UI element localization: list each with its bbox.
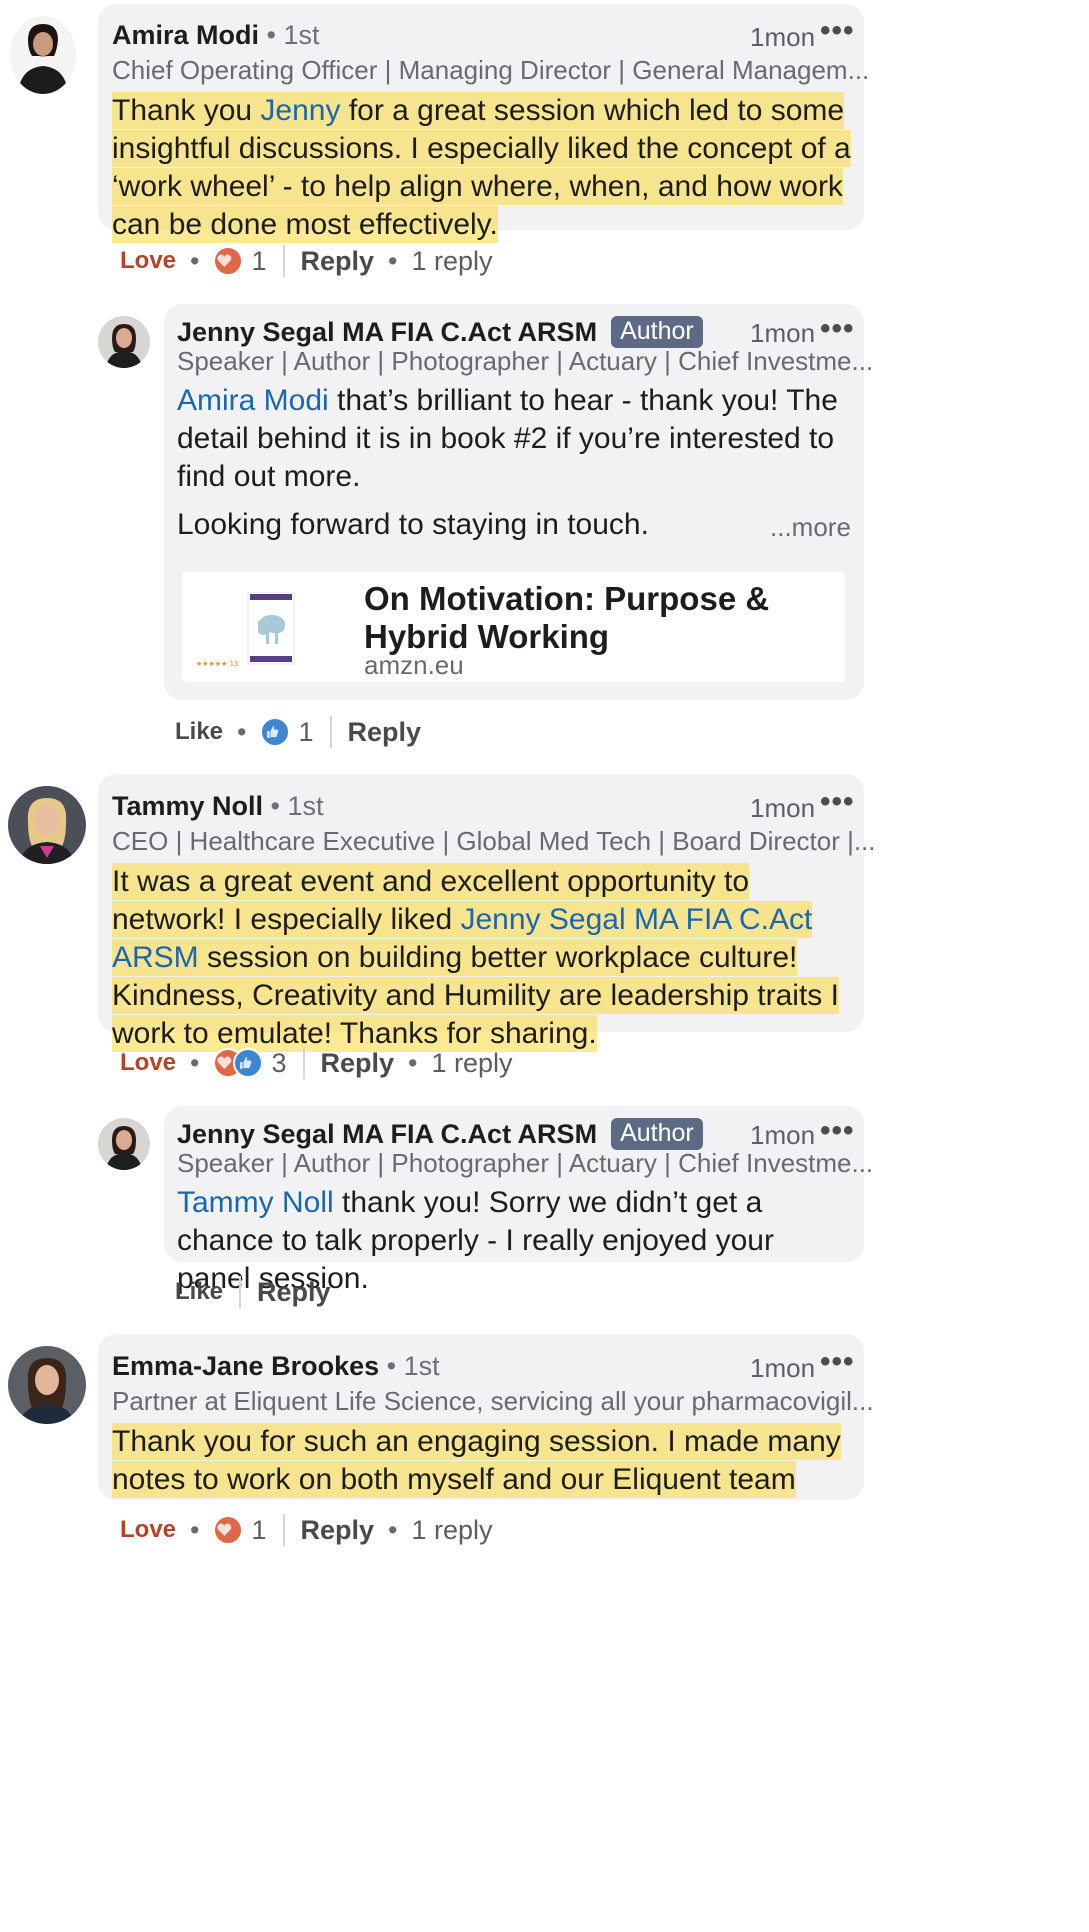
like-button[interactable]: Like — [175, 718, 223, 746]
reply-actions: Like • 1 Reply — [175, 716, 422, 748]
reply-button[interactable]: Reply — [321, 1048, 395, 1079]
comment-timestamp: 1mon — [750, 793, 816, 823]
reaction-summary[interactable]: 3 — [213, 1047, 287, 1079]
comment-actions: Love • 1 Reply • 1 reply — [120, 1514, 493, 1546]
author-headline: Chief Operating Officer | Managing Direc… — [112, 55, 870, 85]
thumbs-up-reaction-icon — [233, 1048, 264, 1078]
link-title[interactable]: On Motivation: Purpose & Hybrid Working — [364, 580, 784, 656]
like-button[interactable]: Like — [175, 1278, 223, 1306]
comment-text: Thank you Jenny for a great session whic… — [112, 92, 851, 243]
reply-author-line: Jenny Segal MA FIA C.Act ARSM Author — [177, 1118, 703, 1150]
reply-text: Amira Modi that’s brilliant to hear - th… — [177, 384, 838, 493]
comment-text: It was a great event and excellent oppor… — [112, 863, 839, 1052]
author-headline: CEO | Healthcare Executive | Global Med … — [112, 826, 876, 856]
author-badge: Author — [611, 316, 703, 348]
avatar-tammy-noll[interactable] — [8, 786, 86, 864]
mention-link[interactable]: Amira Modi — [177, 384, 329, 417]
author-name[interactable]: Tammy Noll — [112, 791, 263, 821]
more-options-icon[interactable]: ••• — [820, 1345, 855, 1379]
reaction-summary[interactable]: 1 — [260, 716, 314, 748]
heart-reaction-icon — [213, 1515, 244, 1545]
see-more-link[interactable]: ...more — [770, 512, 851, 543]
reply-timestamp: 1mon — [750, 1120, 816, 1150]
reaction-summary[interactable]: 1 — [213, 245, 267, 277]
reaction-count: 1 — [251, 245, 267, 276]
more-options-icon[interactable]: ••• — [820, 1114, 855, 1148]
reply-button[interactable]: Reply — [348, 717, 422, 748]
reply-author-line: Jenny Segal MA FIA C.Act ARSM Author — [177, 316, 703, 348]
replies-count-link[interactable]: 1 reply — [411, 246, 492, 277]
more-options-icon[interactable]: ••• — [820, 785, 855, 819]
author-name[interactable]: Emma-Jane Brookes — [112, 1351, 379, 1381]
reply-timestamp: 1mon — [750, 318, 816, 348]
author-name[interactable]: Jenny Segal MA FIA C.Act ARSM — [177, 317, 597, 347]
author-name[interactable]: Jenny Segal MA FIA C.Act ARSM — [177, 1119, 597, 1149]
author-headline: Speaker | Author | Photographer | Actuar… — [177, 346, 874, 376]
love-reaction-button[interactable]: Love — [120, 247, 176, 275]
comment-author-line: Emma-Jane Brookes • 1st — [112, 1351, 440, 1382]
link-preview-card[interactable]: ★★★★★ 13 On Motivation: Purpose & Hybrid… — [182, 572, 845, 682]
comment-actions: Love • 3 Reply • 1 reply — [120, 1047, 513, 1079]
avatar-amira-modi[interactable] — [10, 16, 76, 94]
mention-link[interactable]: Jenny — [260, 94, 340, 127]
reaction-count: 1 — [251, 1514, 267, 1545]
heart-reaction-icon — [213, 246, 244, 276]
mention-link[interactable]: Tammy Noll — [177, 1186, 334, 1219]
reaction-summary[interactable]: 1 — [213, 1514, 267, 1546]
replies-count-link[interactable]: 1 reply — [431, 1048, 512, 1079]
reaction-count: 1 — [298, 716, 314, 747]
book-cover-image: ★★★★★ 13 — [196, 591, 306, 668]
author-headline: Speaker | Author | Photographer | Actuar… — [177, 1148, 874, 1178]
author-headline: Partner at Eliquent Life Science, servic… — [112, 1386, 874, 1416]
connection-degree: • 1st — [270, 791, 324, 821]
connection-degree: • 1st — [386, 1351, 440, 1381]
love-reaction-button[interactable]: Love — [120, 1516, 176, 1544]
thumbs-up-reaction-icon — [260, 717, 291, 747]
replies-count-link[interactable]: 1 reply — [411, 1515, 492, 1546]
comment-timestamp: 1mon — [750, 22, 816, 52]
author-badge: Author — [611, 1118, 703, 1150]
reply-button[interactable]: Reply — [257, 1277, 331, 1308]
more-options-icon[interactable]: ••• — [820, 14, 855, 48]
author-name[interactable]: Amira Modi — [112, 20, 259, 50]
connection-degree: • 1st — [266, 20, 320, 50]
more-options-icon[interactable]: ••• — [820, 312, 855, 346]
reaction-count: 3 — [271, 1047, 287, 1078]
love-reaction-button[interactable]: Love — [120, 1049, 176, 1077]
reply-button[interactable]: Reply — [301, 246, 375, 277]
reply-text-extra: Looking forward to staying in touch. — [177, 508, 649, 541]
avatar-emma-jane-brookes[interactable] — [8, 1346, 86, 1424]
avatar-jenny-segal[interactable] — [98, 1118, 150, 1170]
reply-actions: Like Reply — [175, 1275, 331, 1309]
comment-author-line: Amira Modi • 1st — [112, 20, 320, 51]
avatar-jenny-segal[interactable] — [98, 316, 150, 368]
reply-button[interactable]: Reply — [301, 1515, 375, 1546]
link-domain: amzn.eu — [364, 650, 464, 680]
svg-text:★★★★★ 13: ★★★★★ 13 — [196, 660, 239, 668]
comment-actions: Love • 1 Reply • 1 reply — [120, 245, 493, 277]
comment-text: Thank you for such an engaging session. … — [112, 1423, 841, 1498]
comment-timestamp: 1mon — [750, 1353, 816, 1383]
comment-author-line: Tammy Noll • 1st — [112, 791, 324, 822]
